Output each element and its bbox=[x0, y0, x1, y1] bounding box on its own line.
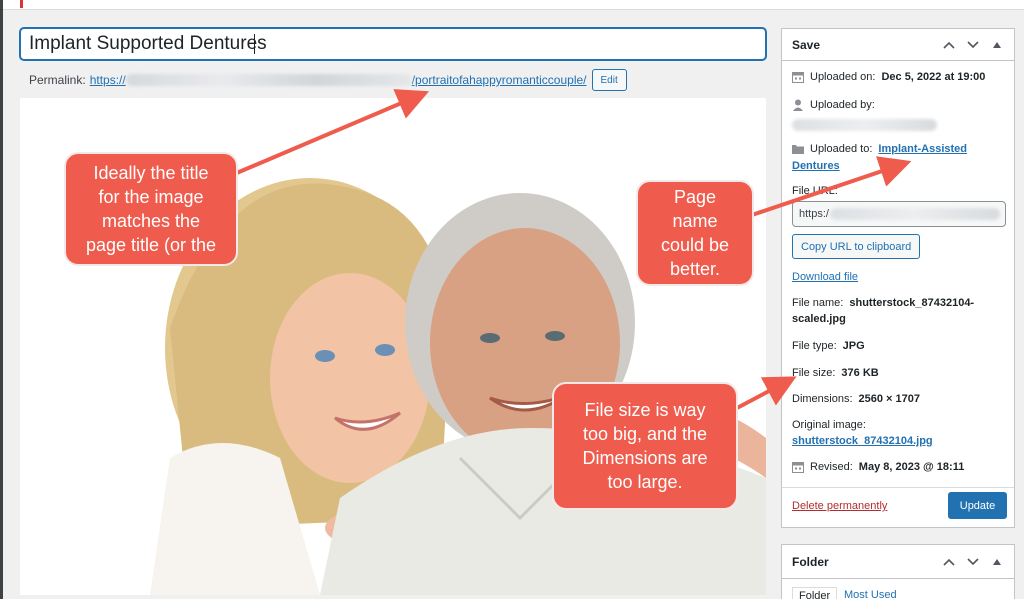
callout-line: Dimensions are bbox=[582, 448, 708, 468]
uploaded-on-value: Dec 5, 2022 at 19:00 bbox=[881, 71, 986, 83]
original-image-link[interactable]: shutterstock_87432104.jpg bbox=[792, 435, 933, 447]
uploaded-to-link-continued[interactable]: Dentures bbox=[792, 160, 840, 172]
uploaded-by-label: Uploaded by: bbox=[810, 99, 875, 111]
permalink-label: Permalink: bbox=[29, 73, 86, 87]
copy-url-button[interactable]: Copy URL to clipboard bbox=[792, 234, 921, 259]
uploaded-on-row: Uploaded on: Dec 5, 2022 at 19:00 bbox=[792, 71, 985, 83]
delete-row: Delete permanently bbox=[792, 500, 887, 512]
folder-metabox-title: Folder bbox=[792, 554, 829, 569]
blurred-url bbox=[125, 74, 412, 86]
file-size-label: File size: bbox=[792, 367, 836, 379]
file-url-value: https:/ bbox=[799, 208, 829, 220]
callout-line: matches the bbox=[101, 211, 201, 231]
tab-most-used[interactable]: Most Used bbox=[838, 587, 903, 599]
divider bbox=[782, 487, 1014, 488]
text-caret bbox=[254, 34, 255, 54]
dimensions-value: 2560 × 1707 bbox=[858, 393, 921, 405]
file-url-label-row: File URL: bbox=[792, 185, 838, 197]
callout-line: Ideally the title bbox=[93, 163, 209, 183]
revised-label: Revised: bbox=[810, 461, 853, 473]
callout-line: for the image bbox=[98, 187, 204, 207]
callout-line: too big, and the bbox=[582, 424, 708, 444]
file-name-label: File name: bbox=[792, 297, 844, 309]
file-type-label: File type: bbox=[792, 340, 837, 352]
uploaded-to-row-2: Dentures bbox=[792, 160, 840, 172]
chevron-down-icon[interactable] bbox=[966, 38, 980, 52]
revised-value: May 8, 2023 @ 18:11 bbox=[858, 461, 965, 473]
folder-metabox: Folder Folder Most Used bbox=[781, 544, 1015, 599]
original-image-row-2: shutterstock_87432104.jpg bbox=[792, 435, 933, 447]
file-name-value: shutterstock_87432104- bbox=[849, 297, 975, 309]
save-metabox-title: Save bbox=[792, 37, 821, 52]
title-input[interactable] bbox=[20, 28, 766, 60]
folder-metabox-header: Folder bbox=[782, 545, 1014, 579]
file-url-label: File URL: bbox=[792, 185, 838, 197]
original-image-row: Original image: bbox=[792, 419, 866, 431]
original-image-label: Original image: bbox=[792, 419, 866, 431]
delete-permanently-link[interactable]: Delete permanently bbox=[792, 500, 887, 512]
permalink-prefix-link[interactable]: https:// bbox=[90, 73, 126, 87]
calendar-icon bbox=[792, 71, 804, 83]
callout-line: File size is way bbox=[584, 400, 706, 420]
update-button[interactable]: Update bbox=[948, 492, 1007, 519]
callout-line: name bbox=[672, 211, 718, 231]
permalink-slug-link[interactable]: /portraitofahappyromanticcouple/ bbox=[412, 73, 587, 87]
dimensions-label: Dimensions: bbox=[792, 393, 853, 405]
active-indicator bbox=[20, 0, 23, 8]
callout-page-name: Page name could be better. bbox=[636, 180, 754, 286]
revised-row: Revised: May 8, 2023 @ 18:11 bbox=[792, 461, 964, 473]
file-type-value: JPG bbox=[842, 340, 865, 352]
save-metabox: Save Uploaded on: Dec 5, 2022 at 19:00 U… bbox=[781, 28, 1015, 528]
file-name-row-2: scaled.jpg bbox=[792, 313, 846, 325]
folder-icon bbox=[792, 143, 804, 155]
uploaded-by-row: Uploaded by: bbox=[792, 99, 875, 111]
chevron-up-icon[interactable] bbox=[942, 555, 956, 569]
collapse-triangle-icon[interactable] bbox=[990, 38, 1004, 52]
callout-line: too large. bbox=[607, 472, 683, 492]
file-type-row: File type: JPG bbox=[792, 340, 865, 352]
save-metabox-header: Save bbox=[782, 29, 1014, 61]
callout-line: page title (or the bbox=[85, 235, 217, 255]
callout-line: Page bbox=[673, 187, 717, 207]
file-size-row: File size: 376 KB bbox=[792, 367, 879, 379]
dimensions-row: Dimensions: 2560 × 1707 bbox=[792, 393, 920, 405]
callout-title-note: Ideally the title for the image matches … bbox=[64, 152, 238, 266]
callout-line: could be bbox=[660, 235, 730, 255]
blurred-author bbox=[792, 119, 937, 131]
top-toolbar-edge bbox=[0, 0, 1024, 10]
user-icon bbox=[792, 99, 804, 111]
callout-file-size: File size is way too big, and the Dimens… bbox=[552, 382, 738, 510]
chevron-down-icon[interactable] bbox=[966, 555, 980, 569]
file-name-row: File name: shutterstock_87432104- bbox=[792, 297, 974, 309]
collapse-triangle-icon[interactable] bbox=[990, 555, 1004, 569]
calendar-icon bbox=[792, 461, 804, 473]
chevron-up-icon[interactable] bbox=[942, 38, 956, 52]
blurred-file-url bbox=[830, 208, 1000, 220]
download-file-link[interactable]: Download file bbox=[792, 271, 858, 283]
uploaded-on-label: Uploaded on: bbox=[810, 71, 876, 83]
uploaded-to-row: Uploaded to: Implant-Assisted bbox=[792, 143, 967, 155]
callout-line: better. bbox=[669, 259, 721, 279]
permalink-row: Permalink: https:// /portraitofahappyrom… bbox=[29, 69, 627, 91]
uploaded-to-link[interactable]: Implant-Assisted bbox=[878, 143, 967, 155]
admin-menu-edge bbox=[0, 0, 3, 599]
file-name-value-continued: scaled.jpg bbox=[792, 313, 846, 325]
edit-permalink-button[interactable]: Edit bbox=[591, 69, 627, 91]
uploaded-to-label: Uploaded to: bbox=[810, 143, 873, 155]
file-size-value: 376 KB bbox=[841, 367, 879, 379]
download-row: Download file bbox=[792, 271, 858, 283]
tab-folder[interactable]: Folder bbox=[792, 587, 838, 599]
